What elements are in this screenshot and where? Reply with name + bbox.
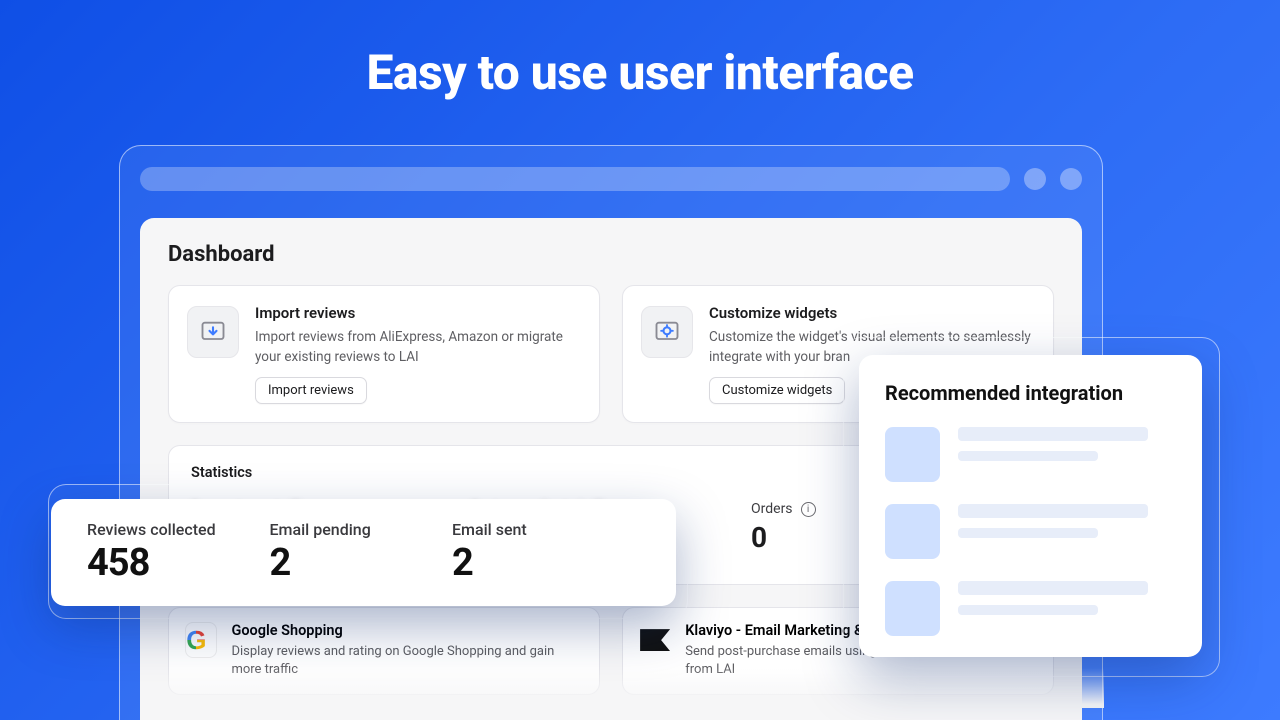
import-reviews-card: Import reviews Import reviews from AliEx…: [168, 285, 600, 423]
integration-google-shopping[interactable]: G Google Shopping Display reviews and ra…: [168, 607, 600, 694]
placeholder-icon: [885, 427, 940, 482]
page-headline: Easy to use user interface: [0, 0, 1280, 101]
recommended-integration-card: Recommended integration: [859, 355, 1202, 657]
window-control-icon[interactable]: [1060, 168, 1082, 190]
recommended-integration-title: Recommended integration: [885, 381, 1176, 405]
window-control-icon[interactable]: [1024, 168, 1046, 190]
card-desc: Import reviews from AliExpress, Amazon o…: [255, 328, 581, 367]
float-stat-label: Email sent: [452, 520, 634, 539]
google-icon: G: [185, 622, 217, 658]
customize-widgets-button[interactable]: Customize widgets: [709, 377, 845, 404]
integration-desc: Display reviews and rating on Google Sho…: [231, 643, 583, 679]
card-title: Import reviews: [255, 304, 581, 322]
dashboard-title: Dashboard: [168, 242, 1054, 267]
url-bar[interactable]: [140, 167, 1010, 191]
import-reviews-button[interactable]: Import reviews: [255, 377, 367, 404]
klaviyo-icon: [639, 622, 671, 658]
integration-title: Google Shopping: [231, 622, 583, 639]
float-stat-value: 458: [87, 541, 269, 585]
placeholder-icon: [885, 504, 940, 559]
widget-icon: [641, 306, 693, 358]
card-title: Customize widgets: [709, 304, 1035, 322]
float-stat-label: Email pending: [269, 520, 451, 539]
recommended-item[interactable]: [885, 581, 1176, 636]
float-stats-card: Reviews collected 458 Email pending 2 Em…: [51, 499, 676, 606]
recommended-item[interactable]: [885, 427, 1176, 482]
import-icon: [187, 306, 239, 358]
float-stat-label: Reviews collected: [87, 520, 269, 539]
placeholder-icon: [885, 581, 940, 636]
float-stat-value: 2: [269, 541, 451, 585]
info-icon[interactable]: i: [801, 502, 816, 517]
float-stat-value: 2: [452, 541, 634, 585]
recommended-item[interactable]: [885, 504, 1176, 559]
